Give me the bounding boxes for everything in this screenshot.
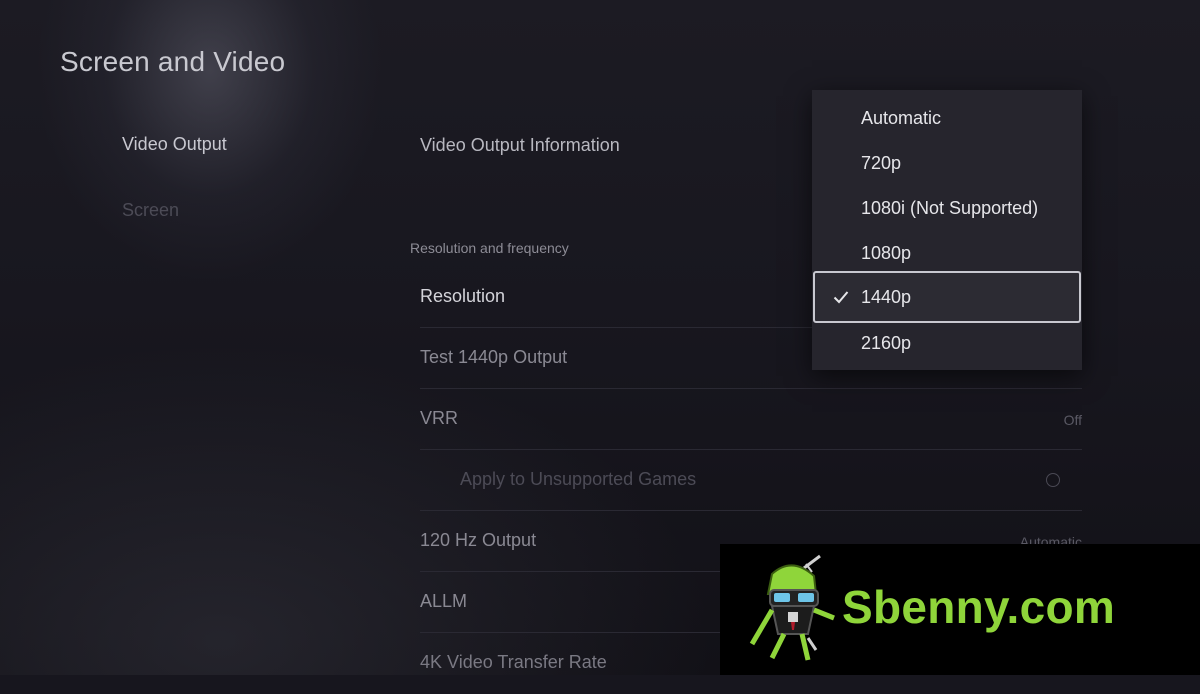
resolution-label: Resolution bbox=[420, 286, 506, 306]
dropdown-option-1440p[interactable]: 1440p bbox=[813, 271, 1081, 323]
sidebar-item-screen[interactable]: Screen bbox=[122, 200, 179, 221]
dropdown-option-720p[interactable]: 720p bbox=[812, 139, 1082, 184]
android-mascot-logo-icon bbox=[749, 554, 835, 661]
video-output-information-row[interactable]: Video Output Information bbox=[420, 135, 620, 156]
dropdown-option-label: 1080i (Not Supported) bbox=[861, 198, 1039, 218]
resolution-dropdown: Automatic 720p 1080i (Not Supported) 108… bbox=[812, 90, 1082, 370]
dropdown-option-label: 1080p bbox=[861, 243, 912, 263]
check-icon bbox=[833, 291, 849, 304]
test-output-label: Test 1440p Output bbox=[420, 347, 568, 367]
hz120-output-label: 120 Hz Output bbox=[420, 530, 537, 550]
dropdown-option-label: Automatic bbox=[861, 108, 942, 128]
vrr-value: Off bbox=[1063, 412, 1082, 428]
page-title: Screen and Video bbox=[60, 46, 286, 77]
vrr-label: VRR bbox=[420, 408, 459, 428]
dropdown-option-label: 720p bbox=[861, 153, 902, 173]
apply-unsupported-row[interactable]: Apply to Unsupported Games bbox=[420, 451, 1082, 511]
dropdown-option-label: 2160p bbox=[861, 333, 912, 353]
watermark: Sbenny.com bbox=[720, 544, 1200, 675]
watermark-text: Sbenny.com bbox=[842, 581, 1116, 633]
apply-unsupported-label: Apply to Unsupported Games bbox=[460, 469, 697, 489]
sidebar-item-video-output[interactable]: Video Output bbox=[122, 134, 227, 155]
dropdown-option-1080p[interactable]: 1080p bbox=[812, 229, 1082, 274]
vrr-row[interactable]: VRR Off bbox=[420, 390, 1082, 450]
section-header: Resolution and frequency bbox=[410, 240, 569, 256]
dropdown-option-2160p[interactable]: 2160p bbox=[812, 319, 1082, 364]
dropdown-option-automatic[interactable]: Automatic bbox=[812, 94, 1082, 139]
toggle-icon[interactable] bbox=[1046, 473, 1060, 487]
transfer-rate-label: 4K Video Transfer Rate bbox=[420, 652, 607, 672]
allm-label: ALLM bbox=[420, 591, 468, 611]
dropdown-option-label: 1440p bbox=[861, 287, 912, 307]
dropdown-option-1080i[interactable]: 1080i (Not Supported) bbox=[812, 184, 1082, 229]
